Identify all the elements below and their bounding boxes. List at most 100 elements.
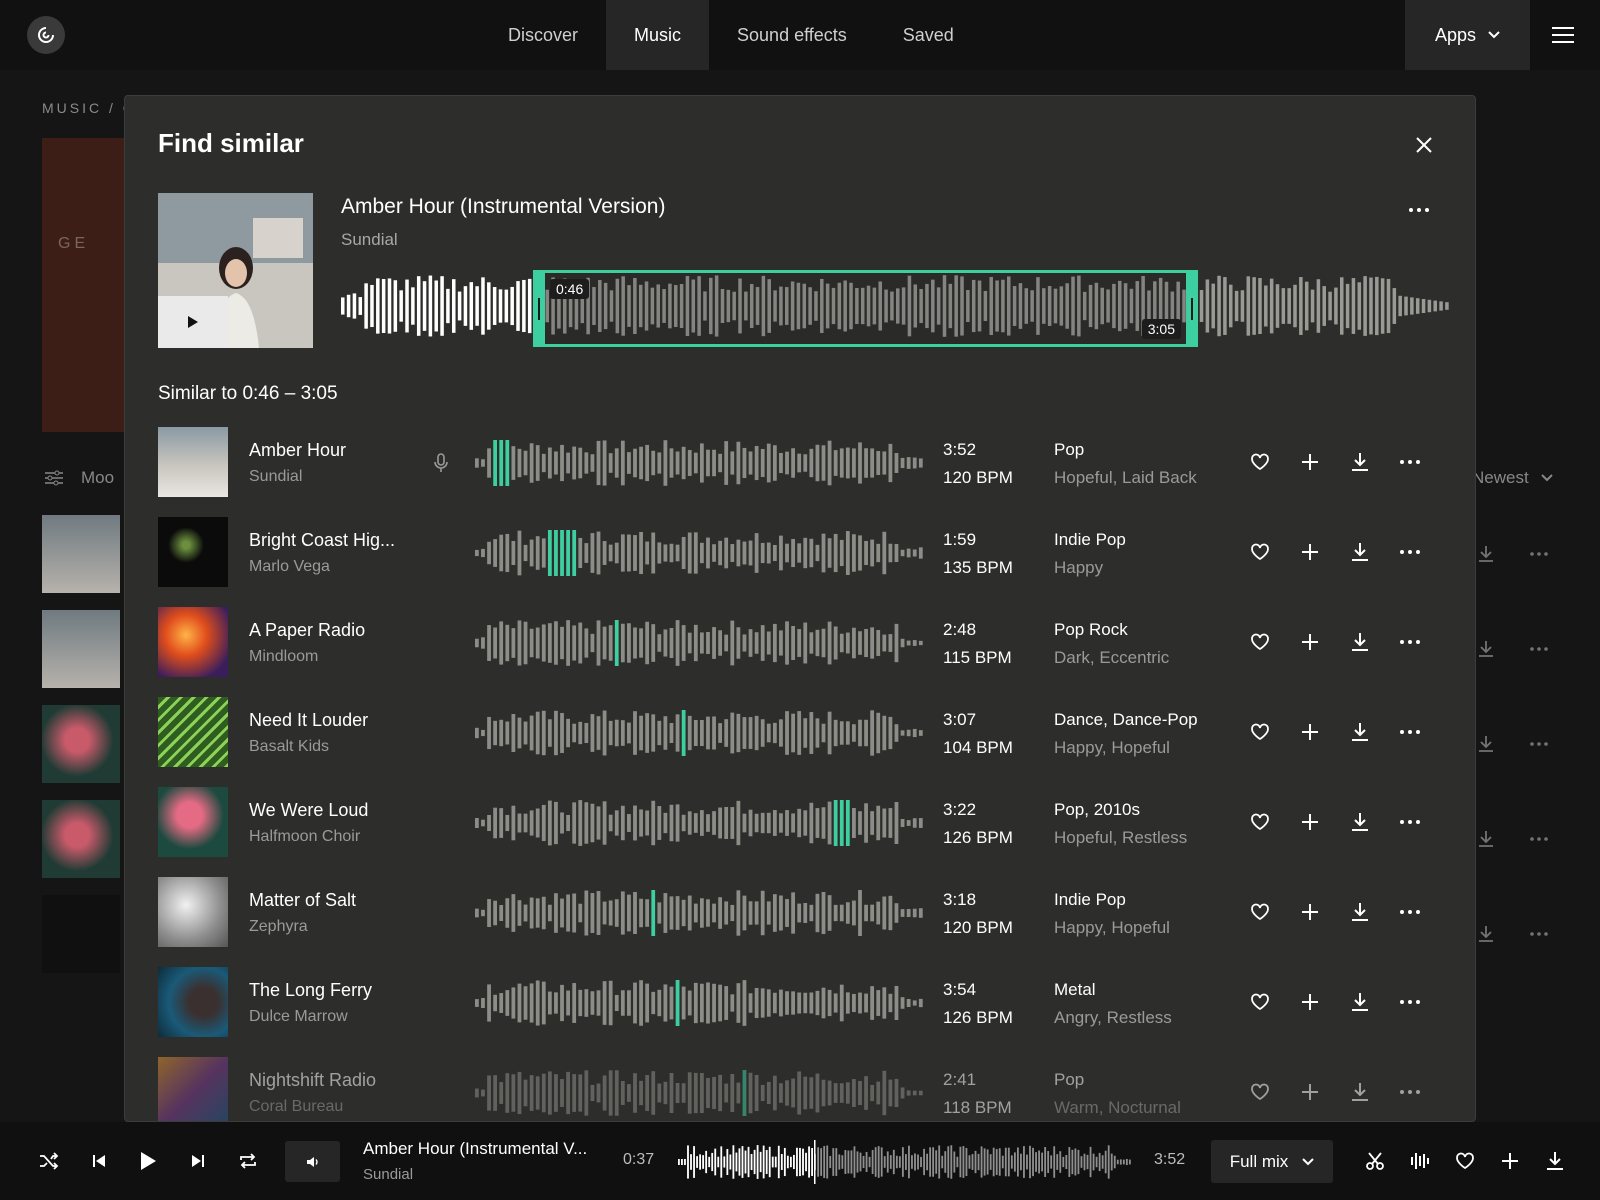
add-icon[interactable]: [1298, 540, 1322, 564]
track-title[interactable]: Nightshift Radio: [249, 1070, 376, 1091]
track-genre[interactable]: Pop, 2010s: [1054, 800, 1140, 820]
track-waveform[interactable]: [475, 978, 925, 1028]
add-icon[interactable]: [1298, 630, 1322, 654]
hamburger-menu-icon[interactable]: [1548, 22, 1578, 48]
download-icon[interactable]: [1348, 540, 1372, 564]
add-icon[interactable]: [1298, 1080, 1322, 1104]
track-mood[interactable]: Happy: [1054, 558, 1103, 578]
previous-icon[interactable]: [87, 1149, 111, 1173]
track-waveform[interactable]: [475, 618, 925, 668]
stems-icon[interactable]: [1408, 1149, 1432, 1173]
track-title[interactable]: We Were Loud: [249, 800, 368, 821]
source-artist[interactable]: Sundial: [341, 230, 398, 250]
track-waveform[interactable]: [475, 798, 925, 848]
track-thumbnail[interactable]: [158, 1057, 228, 1121]
track-mood[interactable]: Happy, Hopeful: [1054, 738, 1170, 758]
heart-icon[interactable]: [1248, 450, 1272, 474]
filter-bar[interactable]: Moo: [45, 468, 114, 488]
player-track-title[interactable]: Amber Hour (Instrumental V...: [363, 1139, 587, 1159]
more-options-icon[interactable]: [1398, 990, 1422, 1014]
track-thumbnail[interactable]: [158, 787, 228, 857]
download-icon[interactable]: [1348, 990, 1372, 1014]
track-mood[interactable]: Happy, Hopeful: [1054, 918, 1170, 938]
track-row[interactable]: Nightshift Radio Coral Bureau 2:41 118 B…: [125, 1056, 1475, 1121]
download-icon[interactable]: [1348, 810, 1372, 834]
tab-discover[interactable]: Discover: [480, 0, 606, 70]
track-artist[interactable]: Basalt Kids: [249, 738, 329, 756]
track-artist[interactable]: Zephyra: [249, 918, 308, 936]
track-genre[interactable]: Pop: [1054, 440, 1084, 460]
track-genre[interactable]: Metal: [1054, 980, 1096, 1000]
track-artist[interactable]: Halfmoon Choir: [249, 828, 360, 846]
mix-dropdown[interactable]: Full mix: [1211, 1140, 1333, 1183]
track-artist[interactable]: Mindloom: [249, 648, 318, 666]
more-options-icon[interactable]: [1398, 720, 1422, 744]
track-mood[interactable]: Dark, Eccentric: [1054, 648, 1169, 668]
track-genre[interactable]: Indie Pop: [1054, 890, 1126, 910]
shuffle-icon[interactable]: [37, 1149, 61, 1173]
track-artist[interactable]: Coral Bureau: [249, 1098, 343, 1116]
heart-icon[interactable]: [1453, 1149, 1477, 1173]
track-thumbnail[interactable]: [158, 967, 228, 1037]
more-options-icon[interactable]: [1398, 540, 1422, 564]
track-genre[interactable]: Indie Pop: [1054, 530, 1126, 550]
track-row[interactable]: Need It Louder Basalt Kids 3:07 104 BPM …: [125, 696, 1475, 786]
close-icon[interactable]: [1413, 134, 1435, 156]
player-waveform[interactable]: [678, 1140, 1132, 1184]
track-row[interactable]: Bright Coast Hig... Marlo Vega 1:59 135 …: [125, 516, 1475, 606]
heart-icon[interactable]: [1248, 540, 1272, 564]
more-options-icon[interactable]: [1398, 900, 1422, 924]
download-icon[interactable]: [1348, 1080, 1372, 1104]
track-row[interactable]: We Were Loud Halfmoon Choir 3:22 126 BPM…: [125, 786, 1475, 876]
scissors-icon[interactable]: [1363, 1149, 1387, 1173]
more-options-icon[interactable]: [1407, 204, 1431, 216]
track-thumbnail[interactable]: [158, 427, 228, 497]
download-icon[interactable]: [1543, 1149, 1567, 1173]
download-icon[interactable]: [1348, 900, 1372, 924]
track-row[interactable]: A Paper Radio Mindloom 2:48 115 BPM Pop …: [125, 606, 1475, 696]
volume-icon[interactable]: [285, 1141, 340, 1182]
track-genre[interactable]: Pop: [1054, 1070, 1084, 1090]
track-mood[interactable]: Angry, Restless: [1054, 1008, 1172, 1028]
play-icon[interactable]: [136, 1149, 160, 1173]
add-icon[interactable]: [1298, 810, 1322, 834]
selection-start-handle[interactable]: [533, 270, 545, 347]
track-genre[interactable]: Pop Rock: [1054, 620, 1128, 640]
playhead-cursor[interactable]: [814, 1140, 816, 1184]
track-mood[interactable]: Warm, Nocturnal: [1054, 1098, 1181, 1118]
play-preview-button[interactable]: [158, 296, 228, 348]
heart-icon[interactable]: [1248, 810, 1272, 834]
more-options-icon[interactable]: [1398, 450, 1422, 474]
track-thumbnail[interactable]: [158, 607, 228, 677]
heart-icon[interactable]: [1248, 630, 1272, 654]
track-title[interactable]: Amber Hour: [249, 440, 346, 461]
add-icon[interactable]: [1498, 1149, 1522, 1173]
track-thumbnail[interactable]: [158, 877, 228, 947]
track-mood[interactable]: Hopeful, Laid Back: [1054, 468, 1197, 488]
download-icon[interactable]: [1348, 720, 1372, 744]
track-artist[interactable]: Marlo Vega: [249, 558, 330, 576]
logo-icon[interactable]: [27, 16, 65, 54]
sort-dropdown[interactable]: Newest: [1472, 468, 1553, 488]
track-waveform[interactable]: [475, 438, 925, 488]
track-title[interactable]: A Paper Radio: [249, 620, 365, 641]
add-icon[interactable]: [1298, 990, 1322, 1014]
download-icon[interactable]: [1348, 450, 1372, 474]
heart-icon[interactable]: [1248, 720, 1272, 744]
track-artist[interactable]: Sundial: [249, 468, 302, 486]
track-title[interactable]: Bright Coast Hig...: [249, 530, 395, 551]
track-thumbnail[interactable]: [158, 517, 228, 587]
selection-end-handle[interactable]: [1186, 270, 1198, 347]
tab-saved[interactable]: Saved: [875, 0, 982, 70]
track-title[interactable]: The Long Ferry: [249, 980, 372, 1001]
track-title[interactable]: Matter of Salt: [249, 890, 356, 911]
track-waveform[interactable]: [475, 888, 925, 938]
more-options-icon[interactable]: [1398, 810, 1422, 834]
repeat-icon[interactable]: [236, 1149, 260, 1173]
track-row[interactable]: Matter of Salt Zephyra 3:18 120 BPM Indi…: [125, 876, 1475, 966]
tab-music[interactable]: Music: [606, 0, 710, 70]
track-row[interactable]: Amber Hour Sundial 3:52 120 BPM Pop Hope…: [125, 426, 1475, 516]
track-genre[interactable]: Dance, Dance-Pop: [1054, 710, 1198, 730]
tab-sound-effects[interactable]: Sound effects: [709, 0, 875, 70]
track-thumbnail[interactable]: [158, 697, 228, 767]
